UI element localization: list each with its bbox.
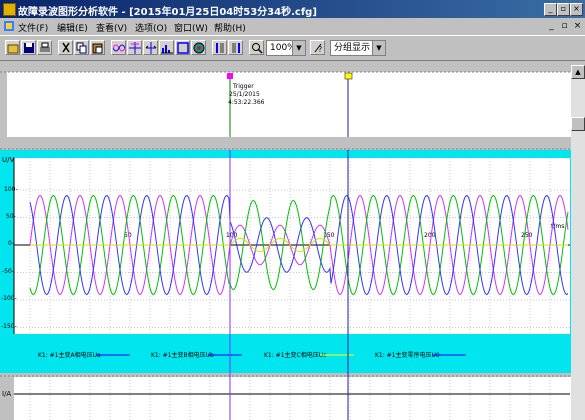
mdi-minimize-button[interactable]: _	[546, 21, 557, 32]
y-tick-label: -50-	[2, 268, 14, 275]
copy-icon[interactable]	[74, 40, 89, 55]
close-button[interactable]: ×	[570, 3, 583, 16]
waveform-canvas[interactable]: Trigger 25/1/2015 4:53:22.366 U/V 100- 5…	[0, 65, 571, 420]
restore-button[interactable]: ▫	[557, 3, 570, 16]
minimize-button[interactable]: _	[544, 3, 557, 16]
voltage-plot-area	[14, 158, 570, 334]
x-tick-label: 250	[521, 232, 533, 239]
scroll-up-icon[interactable]: ▲	[571, 65, 585, 79]
chevron-down-icon[interactable]: ▼	[292, 41, 305, 55]
print-icon[interactable]	[37, 40, 52, 55]
current-unit-label: I/A	[2, 390, 11, 398]
y-tick-label: 50-	[6, 213, 16, 220]
scroll-thumb[interactable]	[571, 117, 585, 131]
app-icon[interactable]	[3, 3, 16, 16]
legend-label-uc: K1: #1主变C相电压Uc	[264, 351, 326, 359]
toolbar: 100% ▼ ? 分组显示 ▼	[0, 35, 585, 61]
menu-bar: 文件(F) 编辑(E) 查看(V) 选项(O) 窗口(W) 帮助(H) _ ▫ …	[0, 18, 585, 35]
cursor-right-icon[interactable]	[228, 40, 243, 55]
menu-edit[interactable]: 编辑(E)	[57, 21, 88, 34]
y-tick-label: 100-	[4, 186, 18, 193]
display-mode-value: 分组显示	[334, 43, 371, 53]
menu-window[interactable]: 窗口(W)	[174, 21, 208, 34]
y-tick-label: -150-	[1, 323, 17, 330]
legend-label-u0: K1: #1主变零序电压U0	[375, 351, 440, 359]
cursor-move-icon[interactable]	[143, 40, 158, 55]
current-panel	[0, 377, 571, 420]
legend-label-ua: K1: #1主变A相电压Ua	[38, 351, 101, 359]
left-cursor-marker[interactable]	[227, 73, 233, 79]
paste-icon[interactable]	[90, 40, 105, 55]
zoom-icon[interactable]	[249, 40, 264, 55]
chevron-down-icon[interactable]: ▼	[372, 41, 385, 55]
window-title: 故障录波图形分析软件 - [2015年01月25日04时53分34秒.cfg]	[18, 7, 317, 18]
document-icon[interactable]	[4, 21, 14, 31]
legend-label-ub: K1: #1主变B相电压Ub	[151, 351, 214, 359]
trigger-label: Trigger	[232, 83, 254, 90]
waveform-icon[interactable]	[111, 40, 126, 55]
menu-help[interactable]: 帮助(H)	[214, 21, 246, 34]
vertical-scrollbar[interactable]: ▲	[571, 65, 585, 420]
help-icon[interactable]: ?	[310, 40, 325, 55]
x-tick-label: 200	[424, 232, 436, 239]
rectangle-icon[interactable]	[175, 40, 190, 55]
color-icon[interactable]	[191, 40, 206, 55]
right-cursor-marker[interactable]	[344, 72, 353, 80]
cut-icon[interactable]	[58, 40, 73, 55]
menu-file[interactable]: 文件(F)	[18, 21, 48, 34]
save-icon[interactable]	[21, 40, 36, 55]
display-mode-select[interactable]: 分组显示 ▼	[330, 40, 386, 56]
trigger-time: 4:53:22.366	[228, 99, 265, 106]
voltage-unit-label: U/V	[2, 156, 14, 164]
menu-options[interactable]: 选项(O)	[135, 21, 167, 34]
mdi-close-button[interactable]: ×	[572, 21, 583, 32]
zoom-select[interactable]: 100% ▼	[266, 40, 306, 56]
cursor-add-icon[interactable]	[127, 40, 142, 55]
spectrum-icon[interactable]	[159, 40, 174, 55]
trigger-panel	[7, 72, 571, 137]
title-bar: 故障录波图形分析软件 - [2015年01月25日04时53分34秒.cfg] …	[0, 0, 585, 18]
svg-text:?: ?	[318, 45, 322, 54]
mdi-restore-button[interactable]: ▫	[559, 21, 570, 32]
trigger-date: 25/1/2015	[229, 91, 260, 98]
open-icon[interactable]	[5, 40, 20, 55]
menu-view[interactable]: 查看(V)	[96, 21, 127, 34]
y-tick-label: -100-	[1, 295, 17, 302]
y-tick-label: 0-	[8, 240, 14, 247]
cursor-left-icon[interactable]	[212, 40, 227, 55]
